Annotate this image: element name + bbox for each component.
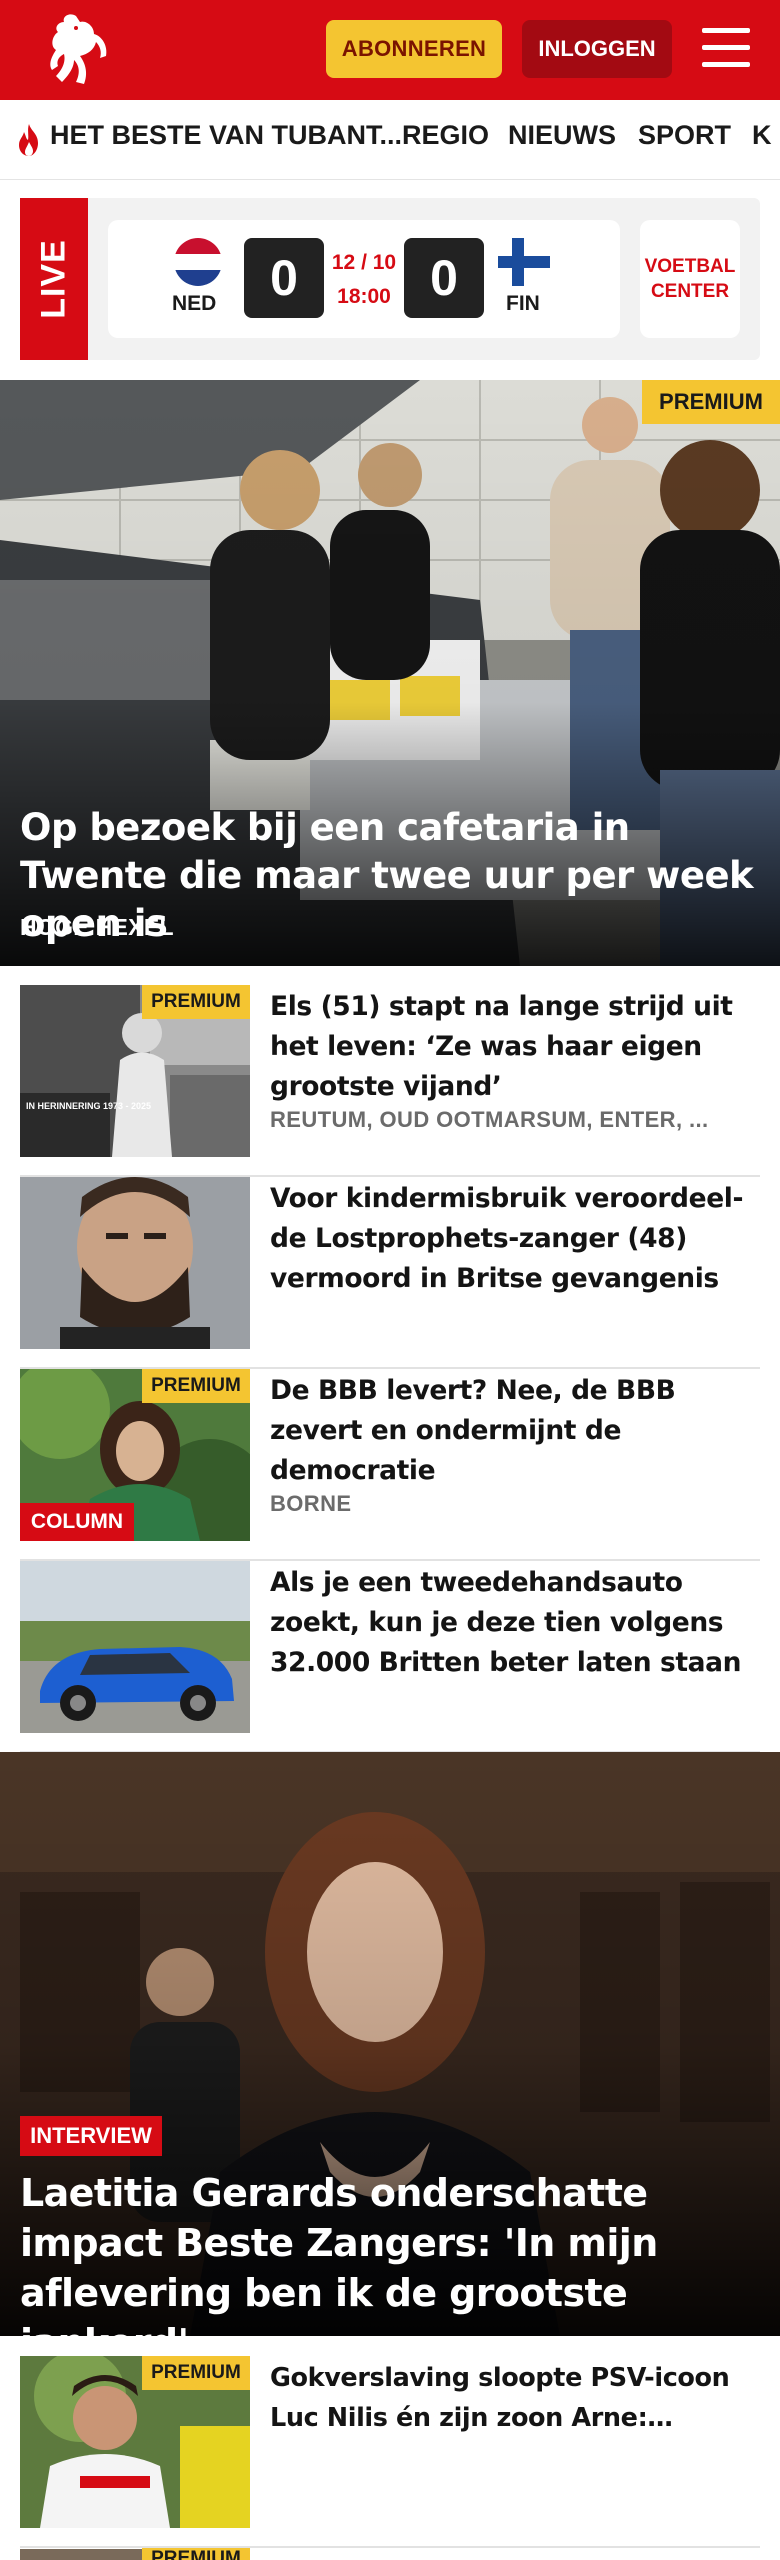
- home-team: NED: [172, 292, 217, 315]
- live-label: LIVE: [20, 198, 88, 360]
- list-item[interactable]: PREMIUM: [20, 2548, 760, 2560]
- away-team: FIN: [506, 292, 540, 315]
- article-title[interactable]: Als je een tweedehandsauto zoekt, kun je…: [270, 1563, 760, 1683]
- nav-item-nieuws[interactable]: NIEUWS: [508, 120, 616, 151]
- list-item[interactable]: PREMIUM COLUMN De BBB levert? Nee, de BB…: [20, 1369, 760, 1561]
- live-score-card[interactable]: NED 0 12 / 10 18:00 0 FIN: [108, 220, 620, 338]
- netherlands-flag-icon: [174, 238, 222, 286]
- premium-badge: PREMIUM: [142, 1369, 250, 1403]
- nav-item-regio[interactable]: REGIO: [402, 120, 489, 151]
- match-time: 18:00: [337, 285, 391, 308]
- article-title[interactable]: Gokverslaving sloopte PSV-icoon Luc Nili…: [270, 2358, 760, 2438]
- away-score: 0: [404, 238, 484, 318]
- feature-title[interactable]: Laetitia Gerards onderschatte impact Bes…: [20, 2168, 770, 2336]
- voetbal-center-button[interactable]: VOETBAL CENTER: [640, 220, 740, 338]
- article-thumbnail: IN HERINNERING 1973 - 2025 PREMIUM: [20, 985, 250, 1157]
- hero-article[interactable]: PREMIUM Op bezoek bij een cafetaria in T…: [0, 380, 780, 966]
- article-location: REUTUM, OUD OOTMARSUM, ENTER, ...: [270, 1107, 709, 1132]
- list-item[interactable]: IN HERINNERING 1973 - 2025 PREMIUM Els (…: [20, 985, 760, 1177]
- article-thumbnail: PREMIUM: [20, 2356, 250, 2528]
- nav-item-sport[interactable]: SPORT: [638, 120, 731, 151]
- premium-badge: PREMIUM: [142, 985, 250, 1019]
- top-bar: ABONNEREN INLOGGEN: [0, 0, 780, 100]
- section-nav: HET BESTE VAN TUBANT... REGIO NIEUWS SPO…: [0, 100, 780, 180]
- tubantia-horse-logo[interactable]: [36, 10, 108, 90]
- feature-article[interactable]: INTERVIEW Laetitia Gerards onderschatte …: [0, 1752, 780, 2336]
- flame-icon: [19, 124, 38, 156]
- list-item[interactable]: Als je een tweedehandsauto zoekt, kun je…: [20, 1561, 760, 1753]
- finland-flag-icon: [498, 238, 550, 286]
- list-item[interactable]: PREMIUM Gokverslaving sloopte PSV-icoon …: [20, 2356, 760, 2548]
- hero-location: HOGE HEXEL: [20, 914, 174, 940]
- match-date: 12 / 10: [331, 251, 397, 274]
- article-thumbnail: [20, 1561, 250, 1733]
- list-item[interactable]: Voor kindermisbruik veroordeel-de Lostpr…: [20, 1177, 760, 1369]
- article-thumbnail: PREMIUM COLUMN: [20, 1369, 250, 1541]
- interview-tag: INTERVIEW: [20, 2116, 162, 2156]
- article-thumbnail: [20, 1177, 250, 1349]
- login-button[interactable]: INLOGGEN: [522, 20, 672, 78]
- nav-item-more[interactable]: K: [752, 120, 772, 151]
- premium-badge: PREMIUM: [142, 2548, 250, 2560]
- article-title[interactable]: Voor kindermisbruik veroordeel-de Lostpr…: [270, 1179, 760, 1299]
- live-match-widget: LIVE NED 0 12 / 10 18:00 0 FIN VOETBAL C…: [20, 198, 760, 360]
- premium-badge: PREMIUM: [142, 2356, 250, 2390]
- match-datetime: 12 / 10 18:00: [326, 246, 402, 314]
- thumb-caption: IN HERINNERING 1973 - 2025: [26, 1101, 151, 1111]
- home-score: 0: [244, 238, 324, 318]
- premium-badge: PREMIUM: [642, 380, 780, 424]
- subscribe-button[interactable]: ABONNEREN: [326, 20, 502, 78]
- nav-item-best-of[interactable]: HET BESTE VAN TUBANT...: [50, 120, 402, 151]
- hamburger-menu-icon[interactable]: [700, 24, 752, 72]
- article-thumbnail: PREMIUM: [20, 2548, 250, 2560]
- article-title[interactable]: Els (51) stapt na lange strijd uit het l…: [270, 987, 760, 1107]
- article-location: BORNE: [270, 1491, 352, 1516]
- article-title[interactable]: De BBB levert? Nee, de BBB zevert en ond…: [270, 1371, 760, 1491]
- column-tag: COLUMN: [20, 1503, 134, 1541]
